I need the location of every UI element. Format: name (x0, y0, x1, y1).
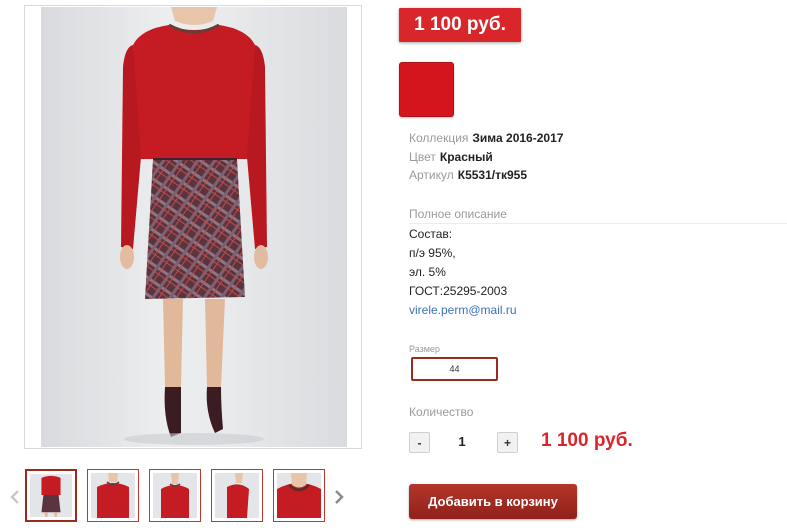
chevron-right-icon (335, 490, 344, 504)
quantity-label: Количество (409, 405, 474, 419)
add-to-cart-button[interactable]: Добавить в корзину (409, 484, 577, 519)
thumbnail-image (30, 474, 72, 517)
spec-color: Цвет Красный (409, 150, 493, 164)
thumbnail-1[interactable] (25, 469, 77, 522)
price-badge: 1 100 руб. (399, 8, 521, 42)
thumbnails-next-button[interactable] (330, 482, 348, 512)
thumbnail-3[interactable] (149, 469, 201, 522)
description-line: ГОСТ:25295-2003 (409, 284, 508, 298)
description-line: п/э 95%, (409, 246, 456, 260)
spec-article-value: К5531/тк955 (457, 168, 528, 182)
description-line: Состав: (409, 227, 453, 241)
size-label: Размер (409, 344, 440, 354)
model-illustration (120, 7, 268, 445)
main-product-photo[interactable] (41, 7, 347, 447)
thumbnail-4[interactable] (211, 469, 263, 522)
spec-article-label: Артикул (409, 168, 454, 182)
thumbnail-2[interactable] (87, 469, 139, 522)
quantity-increase-button[interactable]: + (497, 432, 518, 453)
description-email-row: virele.perm@mail.ru (409, 303, 517, 317)
spec-collection-label: Коллекция (409, 131, 469, 145)
size-option-selected[interactable]: 44 (411, 357, 498, 381)
contact-email-link[interactable]: virele.perm@mail.ru (409, 303, 517, 317)
total-price: 1 100 руб. (541, 430, 633, 451)
thumbnail-image (215, 473, 259, 518)
quantity-value[interactable]: 1 (452, 434, 472, 449)
spec-article: Артикул К5531/тк955 (409, 168, 527, 182)
main-photo-frame[interactable] (24, 5, 362, 449)
spec-collection-value: Зима 2016-2017 (472, 131, 564, 145)
thumbnail-image (91, 473, 135, 518)
spec-color-label: Цвет (409, 150, 436, 164)
thumbnail-5[interactable] (273, 469, 325, 522)
spec-color-value: Красный (439, 150, 493, 164)
spec-collection: Коллекция Зима 2016-2017 (409, 131, 563, 145)
thumbnail-strip (25, 469, 330, 525)
description-title: Полное описание (409, 207, 787, 224)
color-swatch-red[interactable] (399, 62, 454, 117)
description-line: эл. 5% (409, 265, 446, 279)
chevron-left-icon (10, 490, 19, 504)
thumbnails-prev-button[interactable] (6, 482, 24, 512)
thumbnail-image (153, 473, 197, 518)
quantity-decrease-button[interactable]: - (409, 432, 430, 453)
thumbnail-image (277, 473, 321, 518)
